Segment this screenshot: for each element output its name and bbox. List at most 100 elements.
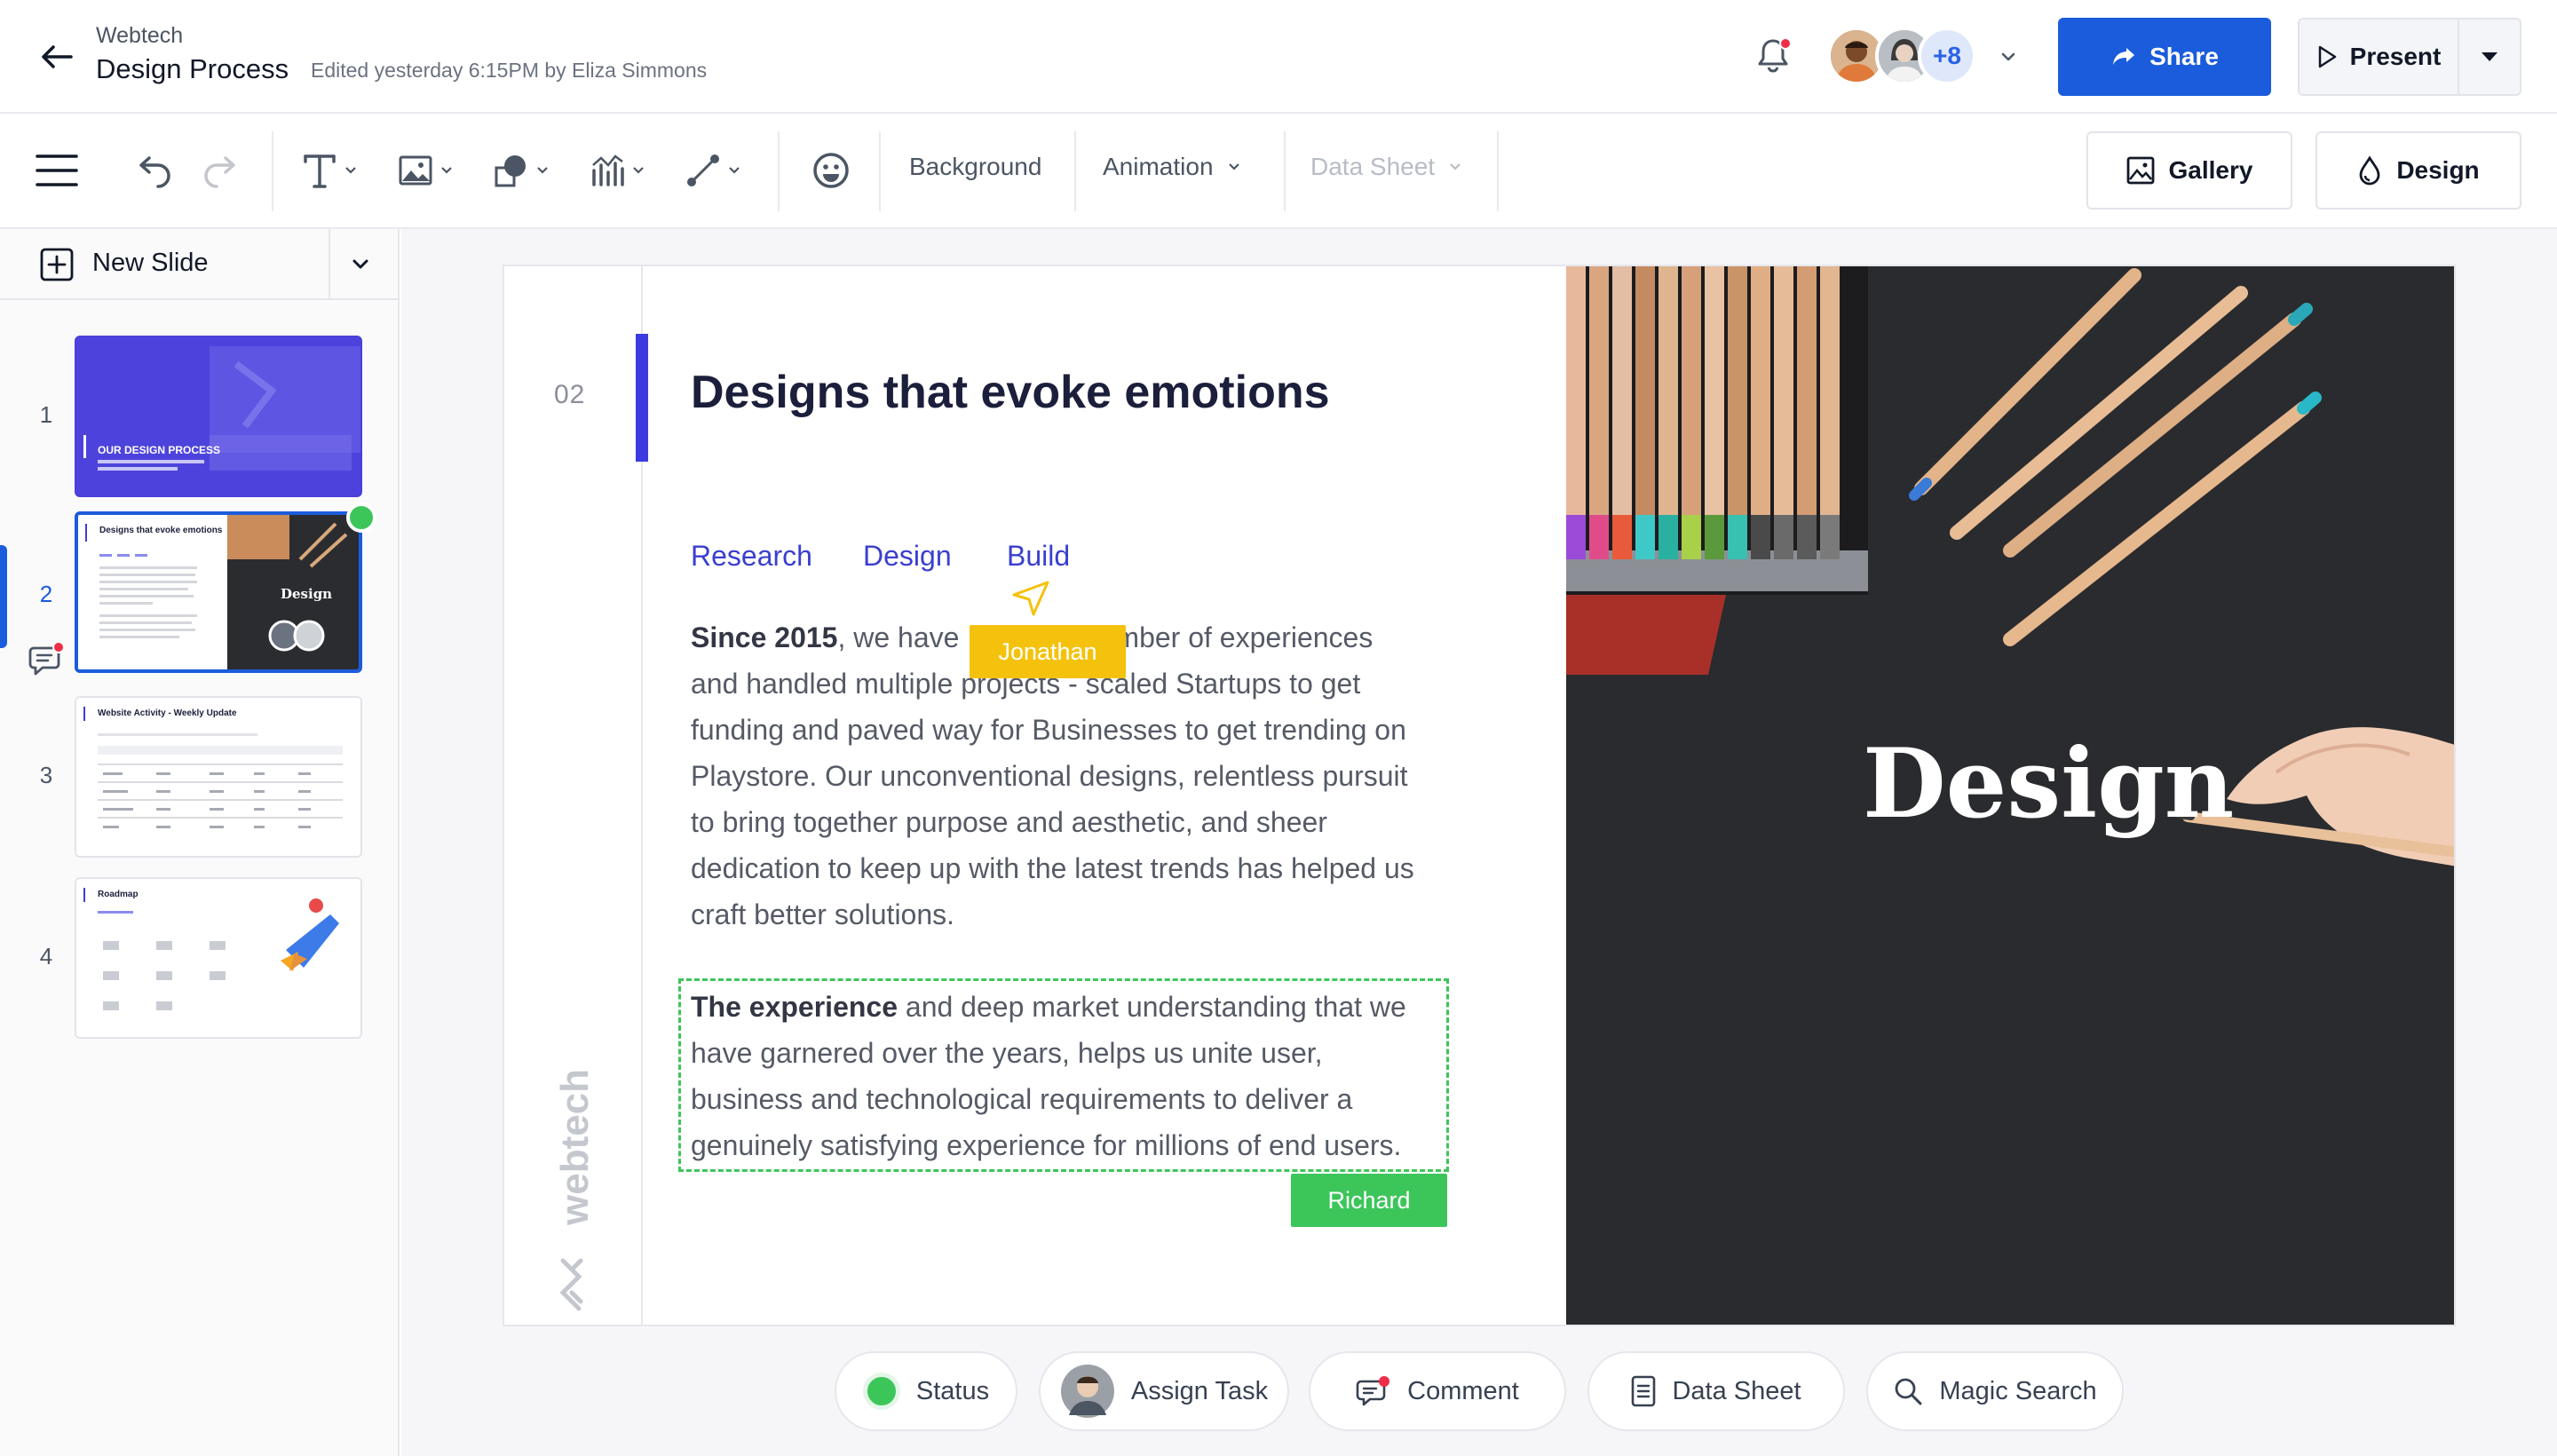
back-arrow-icon[interactable] [36, 36, 78, 78]
status-button[interactable]: Status [835, 1351, 1017, 1431]
data-sheet-menu[interactable]: Data Sheet [1310, 153, 1463, 181]
last-edited-info: Edited yesterday 6:15PM by Eliza Simmons [311, 59, 708, 82]
redo-icon[interactable] [201, 153, 241, 188]
play-icon [2318, 45, 2336, 68]
slide-3-preview [76, 698, 360, 856]
gallery-label: Gallery [2168, 156, 2253, 184]
animation-menu[interactable]: Animation [1103, 153, 1242, 181]
assign-task-button[interactable]: Assign Task [1039, 1351, 1289, 1431]
search-icon [1895, 1378, 1922, 1405]
status-label: Status [915, 1376, 990, 1405]
new-slide-bar: New Slide [0, 229, 398, 300]
share-arrow-icon [2113, 48, 2135, 65]
comment-button[interactable]: Comment [1309, 1351, 1566, 1431]
data-sheet-button[interactable]: Data Sheet [1587, 1351, 1845, 1431]
chevron-down-icon [537, 167, 548, 174]
chart-icon [592, 154, 624, 186]
slide-canvas[interactable]: 02 Designs that evoke emotions Research … [503, 265, 2456, 1326]
organization-name: Webtech [96, 23, 184, 48]
tab-research[interactable]: Research [691, 540, 812, 573]
emoji-icon[interactable] [811, 151, 851, 190]
background-label: Background [909, 153, 1042, 180]
thumbnail-title: Roadmap [98, 890, 139, 899]
caret-down-icon [2482, 52, 2498, 61]
slide-thumbnail-active[interactable]: Designs that evoke emotions Design [75, 511, 362, 673]
collaborator-label-jonathan: Jonathan [970, 625, 1126, 678]
chevron-down-icon[interactable] [346, 252, 375, 277]
present-label: Present [2349, 43, 2442, 70]
slide-number: 4 [39, 943, 53, 969]
present-options-dropdown[interactable] [2459, 20, 2520, 94]
paragraph-2-bold: The experience [691, 991, 898, 1023]
thumbnail-image-word: Design [281, 586, 333, 602]
more-collaborators-badge[interactable]: +8 [1918, 27, 1976, 85]
toolbar-divider [1284, 131, 1286, 211]
status-indicator [862, 1373, 900, 1410]
title-accent-bar [636, 334, 648, 462]
drop-icon [2359, 155, 2380, 186]
background-menu[interactable]: Background [909, 153, 1041, 181]
comment-icon [1356, 1376, 1390, 1406]
chart-tool[interactable] [590, 146, 646, 195]
toolbar-divider [1074, 131, 1076, 211]
slide-1-preview [76, 337, 360, 495]
brand-wordmark: webtech [553, 1069, 597, 1226]
share-button[interactable]: Share [2058, 18, 2271, 96]
image-overlay-word: Design [1863, 728, 2235, 840]
editor-toolbar: Background Animation Data Sheet Gallery … [0, 114, 2557, 229]
gallery-icon [2126, 156, 2154, 185]
data-sheet-label: Data Sheet [1672, 1376, 1801, 1405]
undo-icon[interactable] [133, 153, 174, 188]
thumbnail-title: OUR DESIGN PROCESS [98, 444, 221, 456]
slide-thumbnail[interactable]: Website Activity - Weekly Update [75, 696, 362, 858]
paragraph-1-bold: Since 2015 [691, 621, 838, 653]
line-tool[interactable] [685, 146, 742, 195]
shapes-icon [495, 155, 526, 187]
body-paragraph-2[interactable]: The experience and deep market understan… [691, 984, 1437, 1168]
slide-number: 1 [39, 401, 53, 428]
magic-search-button[interactable]: Magic Search [1866, 1351, 2124, 1431]
notification-badge [1779, 37, 1792, 50]
text-tool[interactable] [302, 146, 359, 195]
document-icon [1632, 1375, 1656, 1407]
comment-label: Comment [1407, 1376, 1519, 1405]
collaborator-cursor-icon [1012, 581, 1049, 616]
paragraph-1-rest: and handled multiple projects - scaled S… [691, 668, 1414, 930]
data-sheet-label: Data Sheet [1310, 153, 1436, 180]
tab-build[interactable]: Build [1007, 540, 1070, 573]
image-tool[interactable] [398, 146, 455, 195]
chevron-down-icon [729, 167, 740, 174]
slide-sidebar: New Slide 1 OUR DESIGN PROCESS 2 Designs… [0, 229, 400, 1456]
image-icon [399, 155, 432, 186]
toolbar-divider [1497, 131, 1499, 211]
shape-tool[interactable] [494, 146, 550, 195]
comment-icon[interactable] [27, 639, 66, 678]
slide-number: 3 [39, 762, 53, 788]
present-button[interactable]: Present [2300, 20, 2459, 94]
toolbar-divider [778, 131, 780, 211]
thumbnail-title: Designs that evoke emotions [99, 526, 223, 535]
paragraph-1-lead-continued: mber of experiences [1115, 621, 1373, 653]
toolbar-divider [272, 131, 273, 211]
slide-thumbnail[interactable]: OUR DESIGN PROCESS [75, 336, 362, 497]
design-label: Design [2396, 156, 2480, 184]
thumbnail-title: Website Activity - Weekly Update [98, 708, 237, 718]
slide-thumbnail[interactable]: Roadmap [75, 877, 362, 1039]
design-button[interactable]: Design [2316, 131, 2521, 210]
webtech-logo-vertical: webtech [553, 1069, 597, 1311]
text-icon [304, 154, 336, 188]
top-header: Webtech Design Process Edited yesterday … [0, 0, 2557, 114]
gallery-button[interactable]: Gallery [2086, 131, 2292, 210]
document-title[interactable]: Design Process [96, 53, 289, 85]
slide-title[interactable]: Designs that evoke emotions [691, 366, 1330, 419]
chevron-down-icon[interactable] [1996, 46, 2021, 67]
plus-icon[interactable] [39, 247, 75, 282]
collaborator-label-richard: Richard [1291, 1174, 1447, 1227]
chevron-down-icon [633, 167, 644, 174]
new-slide-button[interactable]: New Slide [92, 249, 209, 278]
magic-search-label: Magic Search [1939, 1376, 2097, 1405]
tab-design[interactable]: Design [863, 540, 952, 573]
menu-icon[interactable] [36, 151, 78, 190]
online-status-dot [346, 502, 376, 533]
line-connector-icon [687, 154, 719, 186]
